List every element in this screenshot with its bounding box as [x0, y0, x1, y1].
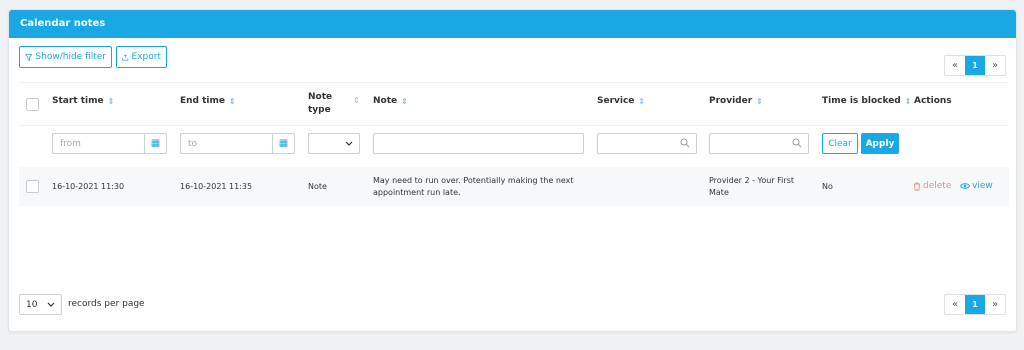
- pagination-next-button[interactable]: »: [985, 56, 1005, 75]
- page-size-value: 10: [26, 299, 38, 310]
- delete-label: delete: [923, 181, 952, 191]
- pagination-next-button[interactable]: »: [985, 295, 1005, 314]
- row-note-type: Note: [308, 182, 327, 191]
- records-per-page-label: records per page: [68, 299, 145, 309]
- chevron-down-icon: [47, 302, 55, 307]
- delete-action[interactable]: delete: [913, 181, 951, 191]
- filter-icon: [25, 53, 33, 61]
- divider: [19, 125, 1009, 126]
- show-hide-filter-button[interactable]: Show/hide filter: [19, 46, 112, 68]
- export-button[interactable]: Export: [116, 46, 167, 68]
- panel-title: Calendar notes: [9, 10, 1016, 38]
- view-label: view: [972, 181, 993, 191]
- sort-icon[interactable]: ⇕: [401, 97, 408, 106]
- view-action[interactable]: view: [960, 181, 993, 191]
- select-all-checkbox[interactable]: [26, 98, 39, 111]
- divider: [19, 82, 1009, 83]
- calendar-icon[interactable]: ▦: [144, 133, 167, 154]
- note-filter-input[interactable]: [373, 133, 584, 154]
- row-time-blocked: No: [822, 182, 833, 191]
- search-icon: [680, 138, 690, 148]
- end-time-to-input[interactable]: [180, 133, 273, 154]
- sort-icon[interactable]: ⇕: [638, 97, 645, 106]
- row-note: May need to run over. Potentially making…: [373, 176, 574, 197]
- page-size-select[interactable]: 10: [19, 294, 62, 315]
- export-label: Export: [131, 52, 161, 62]
- pagination-page-1[interactable]: 1: [965, 295, 985, 314]
- sort-icon[interactable]: ⇕: [756, 97, 763, 106]
- clear-filter-button[interactable]: Clear: [822, 133, 858, 154]
- search-icon: [792, 138, 802, 148]
- chevron-down-icon: [345, 141, 353, 146]
- start-time-from-input[interactable]: [52, 133, 145, 154]
- trash-icon: [914, 182, 920, 190]
- sort-icon[interactable]: ⇕: [108, 97, 115, 106]
- sort-icon[interactable]: ⇕: [229, 97, 236, 106]
- pagination-page-1[interactable]: 1: [965, 56, 985, 75]
- note-type-select[interactable]: [308, 133, 360, 154]
- sort-icon[interactable]: ⇕: [353, 96, 360, 105]
- row-checkbox[interactable]: [26, 180, 39, 193]
- sort-icon[interactable]: ⇕: [905, 97, 912, 106]
- row-provider: Provider 2 - Your First Mate: [709, 176, 794, 197]
- column-time-blocked[interactable]: Time is blocked ⇕: [822, 96, 911, 106]
- column-end-time[interactable]: End time ⇕: [180, 96, 236, 106]
- row-end-time: 16-10-2021 11:35: [180, 182, 253, 191]
- column-service[interactable]: Service ⇕: [597, 96, 645, 106]
- calendar-icon[interactable]: ▦: [272, 133, 295, 154]
- column-provider[interactable]: Provider ⇕: [709, 96, 763, 106]
- pagination-prev-button[interactable]: «: [945, 56, 965, 75]
- column-note[interactable]: Note ⇕: [373, 96, 408, 106]
- show-hide-filter-label: Show/hide filter: [35, 52, 106, 62]
- column-note-type[interactable]: Note type: [308, 91, 332, 117]
- row-start-time: 16-10-2021 11:30: [52, 182, 125, 191]
- pagination-top: « 1 »: [944, 55, 1006, 76]
- column-start-time[interactable]: Start time ⇕: [52, 96, 114, 106]
- pagination-prev-button[interactable]: «: [945, 295, 965, 314]
- apply-filter-button[interactable]: Apply: [861, 133, 899, 154]
- eye-icon: [960, 183, 970, 189]
- export-icon: [122, 53, 129, 60]
- column-actions: Actions: [914, 96, 952, 106]
- pagination-bottom: « 1 »: [944, 294, 1006, 315]
